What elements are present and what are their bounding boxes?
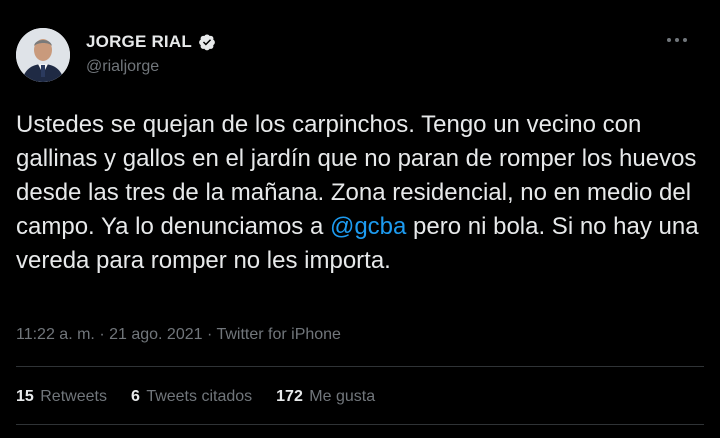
tweet-stats: 15 Retweets 6 Tweets citados 172 Me gust… (16, 388, 375, 406)
avatar[interactable] (16, 28, 70, 82)
likes-count: 172 (276, 388, 303, 405)
display-name[interactable]: JORGE RIAL (86, 32, 192, 52)
more-options-icon[interactable] (664, 30, 690, 50)
tweet-source[interactable]: Twitter for iPhone (216, 326, 341, 343)
tweet-meta: 11:22 a. m. · 21 ago. 2021 · Twitter for… (16, 326, 341, 344)
verified-badge-icon (198, 33, 216, 51)
retweets-label: Retweets (40, 388, 107, 405)
tweet-text: Ustedes se quejan de los carpinchos. Ten… (16, 108, 706, 278)
mention-link[interactable]: @gcba (330, 213, 406, 240)
handle[interactable]: @rialjorge (86, 58, 159, 76)
divider (16, 424, 704, 425)
meta-separator: · (206, 326, 213, 343)
quotes-count: 6 (130, 388, 140, 405)
retweets-count: 15 (16, 388, 34, 405)
tweet-time[interactable]: 11:22 a. m. (16, 326, 95, 343)
quotes-stat[interactable]: 6 Tweets citados (131, 388, 252, 406)
tweet-date[interactable]: 21 ago. 2021 (109, 326, 202, 343)
retweets-stat[interactable]: 15 Retweets (16, 388, 107, 406)
avatar-image (16, 28, 70, 82)
meta-separator: · (99, 326, 105, 343)
quotes-label: Tweets citados (146, 388, 253, 405)
tweet-card: JORGE RIAL @rialjorge Ustedes se quejan … (0, 0, 720, 438)
likes-stat[interactable]: 172 Me gusta (276, 388, 375, 406)
likes-label: Me gusta (309, 388, 376, 405)
name-row: JORGE RIAL (86, 32, 216, 52)
divider (16, 366, 704, 367)
